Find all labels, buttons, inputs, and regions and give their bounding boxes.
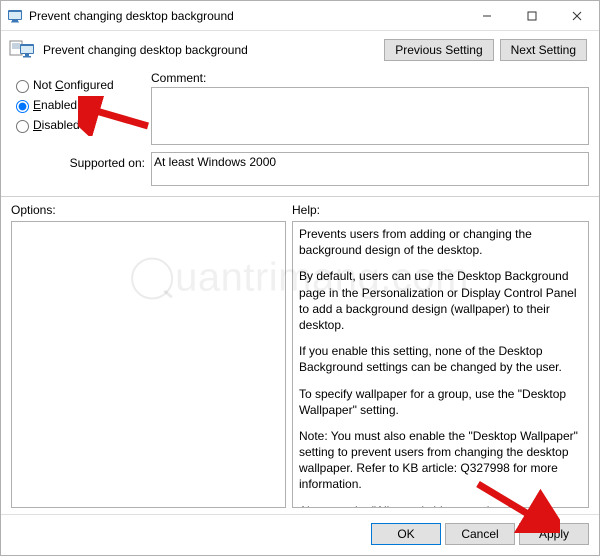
lower-split: Options: Help: Prevents users from addin… — [1, 203, 599, 514]
radio-enabled-input[interactable] — [16, 100, 29, 113]
separator — [1, 196, 599, 197]
policy-window-icon — [7, 8, 23, 24]
titlebar: Prevent changing desktop background — [1, 1, 599, 31]
help-column: Help: Prevents users from adding or chan… — [292, 203, 589, 508]
supported-label: Supported on: — [11, 152, 151, 170]
help-panel[interactable]: Prevents users from adding or changing t… — [292, 221, 589, 508]
options-column: Options: — [11, 203, 286, 508]
radio-enabled[interactable]: Enabled — [11, 97, 151, 113]
setting-icon — [9, 40, 37, 60]
policy-dialog-window: Prevent changing desktop background — [0, 0, 600, 556]
supported-value — [151, 152, 589, 186]
supported-row: Supported on: — [1, 150, 599, 192]
radio-not-configured[interactable]: Not Configured — [11, 77, 151, 93]
previous-setting-button[interactable]: Previous Setting — [384, 39, 493, 61]
setting-title: Prevent changing desktop background — [43, 43, 384, 57]
radio-disabled-label: Disabled — [33, 118, 80, 132]
help-p4: To specify wallpaper for a group, use th… — [299, 386, 582, 418]
help-p2: By default, users can use the Desktop Ba… — [299, 268, 582, 333]
help-p5: Note: You must also enable the "Desktop … — [299, 428, 582, 493]
comment-input[interactable] — [151, 87, 589, 145]
radio-disabled-input[interactable] — [16, 120, 29, 133]
radio-not-configured-label: Not Configured — [33, 78, 114, 92]
config-area: Not Configured Enabled Disabled Comment: — [1, 67, 599, 150]
cancel-button[interactable]: Cancel — [445, 523, 515, 545]
window-controls — [464, 1, 599, 30]
radio-enabled-label: Enabled — [33, 98, 77, 112]
state-radio-group: Not Configured Enabled Disabled — [11, 71, 151, 148]
nav-buttons: Previous Setting Next Setting — [384, 39, 587, 61]
help-p6: Also, see the "Allow only bitmapped wall… — [299, 503, 582, 508]
apply-button[interactable]: Apply — [519, 523, 589, 545]
comment-label: Comment: — [151, 71, 589, 85]
radio-not-configured-input[interactable] — [16, 80, 29, 93]
help-p3: If you enable this setting, none of the … — [299, 343, 582, 375]
window-title: Prevent changing desktop background — [29, 9, 464, 23]
options-label: Options: — [11, 203, 286, 217]
maximize-button[interactable] — [509, 1, 554, 30]
minimize-button[interactable] — [464, 1, 509, 30]
help-p1: Prevents users from adding or changing t… — [299, 226, 582, 258]
ok-button[interactable]: OK — [371, 523, 441, 545]
close-button[interactable] — [554, 1, 599, 30]
next-setting-button[interactable]: Next Setting — [500, 39, 587, 61]
help-label: Help: — [292, 203, 589, 217]
header-row: Prevent changing desktop background Prev… — [1, 31, 599, 67]
options-panel[interactable] — [11, 221, 286, 508]
comment-column: Comment: — [151, 71, 589, 148]
dialog-footer: OK Cancel Apply — [1, 514, 599, 555]
radio-disabled[interactable]: Disabled — [11, 117, 151, 133]
